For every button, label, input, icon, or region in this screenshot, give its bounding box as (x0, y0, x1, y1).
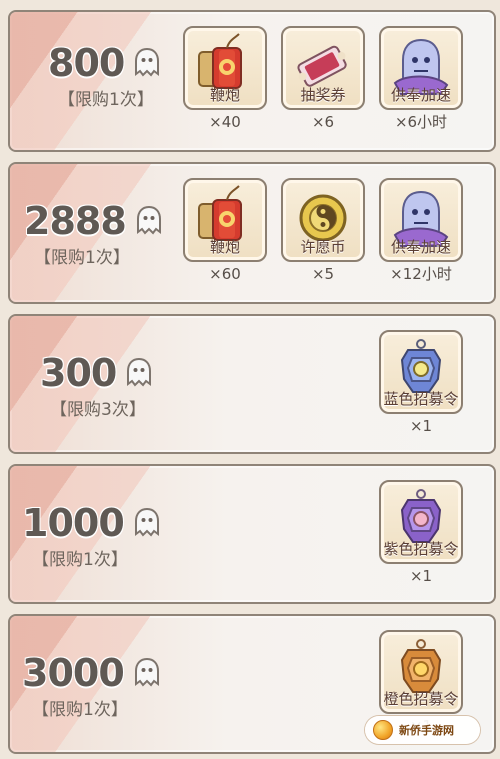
item-quantity: ×60 (209, 265, 241, 283)
item-name: 蓝色招募令 (383, 390, 459, 408)
item-quantity: ×1 (409, 417, 433, 435)
item-frame: 橙色招募令 (379, 630, 463, 714)
reward-item[interactable]: 许愿币 ×5 (280, 178, 366, 282)
item-quantity: ×5 (311, 265, 335, 283)
purchase-limit: 【限购1次】 (32, 700, 128, 720)
price-value: 300 (40, 351, 117, 395)
price-block: 300 【限购3次】 (40, 354, 200, 419)
item-name: 抽奖券 (300, 86, 346, 104)
purchase-limit: 【限购1次】 (34, 248, 130, 268)
package-panel-3[interactable]: 300 【限购3次】 蓝色招募令 ×1 (8, 314, 496, 454)
package-panel-1[interactable]: 800 【限购1次】 鞭炮 ×40 抽奖券 ×6 供奉加速 ×6小时 (8, 10, 496, 152)
reward-item[interactable]: 抽奖券 ×6 (280, 26, 366, 130)
item-frame: 鞭炮 (183, 26, 267, 110)
item-frame: 抽奖券 (281, 26, 365, 110)
reward-item[interactable]: 供奉加速 ×12小时 (378, 178, 464, 282)
watermark-text: 新侨手游网 (399, 724, 454, 737)
item-frame: 供奉加速 (379, 26, 463, 110)
price-value: 1000 (22, 501, 125, 545)
item-quantity: ×40 (209, 113, 241, 131)
ghost-currency-icon (135, 47, 160, 77)
item-name: 许愿币 (300, 238, 346, 256)
package-panel-5[interactable]: 3000 【限购1次】 橙色招募令 ×1 新侨手游网 (8, 614, 496, 754)
item-name: 橙色招募令 (383, 690, 459, 708)
price-value: 3000 (22, 651, 125, 695)
reward-item[interactable]: 供奉加速 ×6小时 (378, 26, 464, 130)
price-block: 2888 【限购1次】 (24, 202, 184, 267)
reward-item[interactable]: 紫色招募令 ×1 (378, 480, 464, 584)
package-panel-4[interactable]: 1000 【限购1次】 紫色招募令 ×1 (8, 464, 496, 604)
watermark: 新侨手游网 (365, 716, 480, 744)
purchase-limit: 【限购3次】 (50, 400, 146, 420)
item-frame: 紫色招募令 (379, 480, 463, 564)
price-value: 2888 (24, 199, 127, 243)
reward-item[interactable]: 鞭炮 ×60 (182, 178, 268, 282)
item-quantity: ×6 (311, 113, 335, 131)
ghost-currency-icon (127, 357, 152, 387)
ghost-currency-icon (134, 657, 159, 687)
package-panel-2[interactable]: 2888 【限购1次】 鞭炮 ×60 许愿币 ×5 供奉加速 ×12小时 (8, 162, 496, 304)
item-name: 供奉加速 (390, 238, 451, 256)
price-block: 1000 【限购1次】 (22, 504, 182, 569)
item-name: 鞭炮 (209, 238, 240, 256)
item-frame: 鞭炮 (183, 178, 267, 262)
item-quantity: ×6小时 (394, 113, 448, 131)
item-quantity: ×1 (409, 567, 433, 585)
item-name: 鞭炮 (209, 86, 240, 104)
item-frame: 蓝色招募令 (379, 330, 463, 414)
ghost-currency-icon (136, 205, 161, 235)
price-block: 3000 【限购1次】 (22, 654, 182, 719)
item-name: 紫色招募令 (383, 540, 459, 558)
ghost-currency-icon (134, 507, 159, 537)
purchase-limit: 【限购1次】 (32, 550, 128, 570)
watermark-logo-icon (373, 720, 393, 740)
item-name: 供奉加速 (390, 86, 451, 104)
reward-item[interactable]: 蓝色招募令 ×1 (378, 330, 464, 434)
price-value: 800 (48, 41, 125, 85)
item-quantity: ×12小时 (390, 265, 452, 283)
reward-item[interactable]: 鞭炮 ×40 (182, 26, 268, 130)
item-frame: 供奉加速 (379, 178, 463, 262)
item-frame: 许愿币 (281, 178, 365, 262)
